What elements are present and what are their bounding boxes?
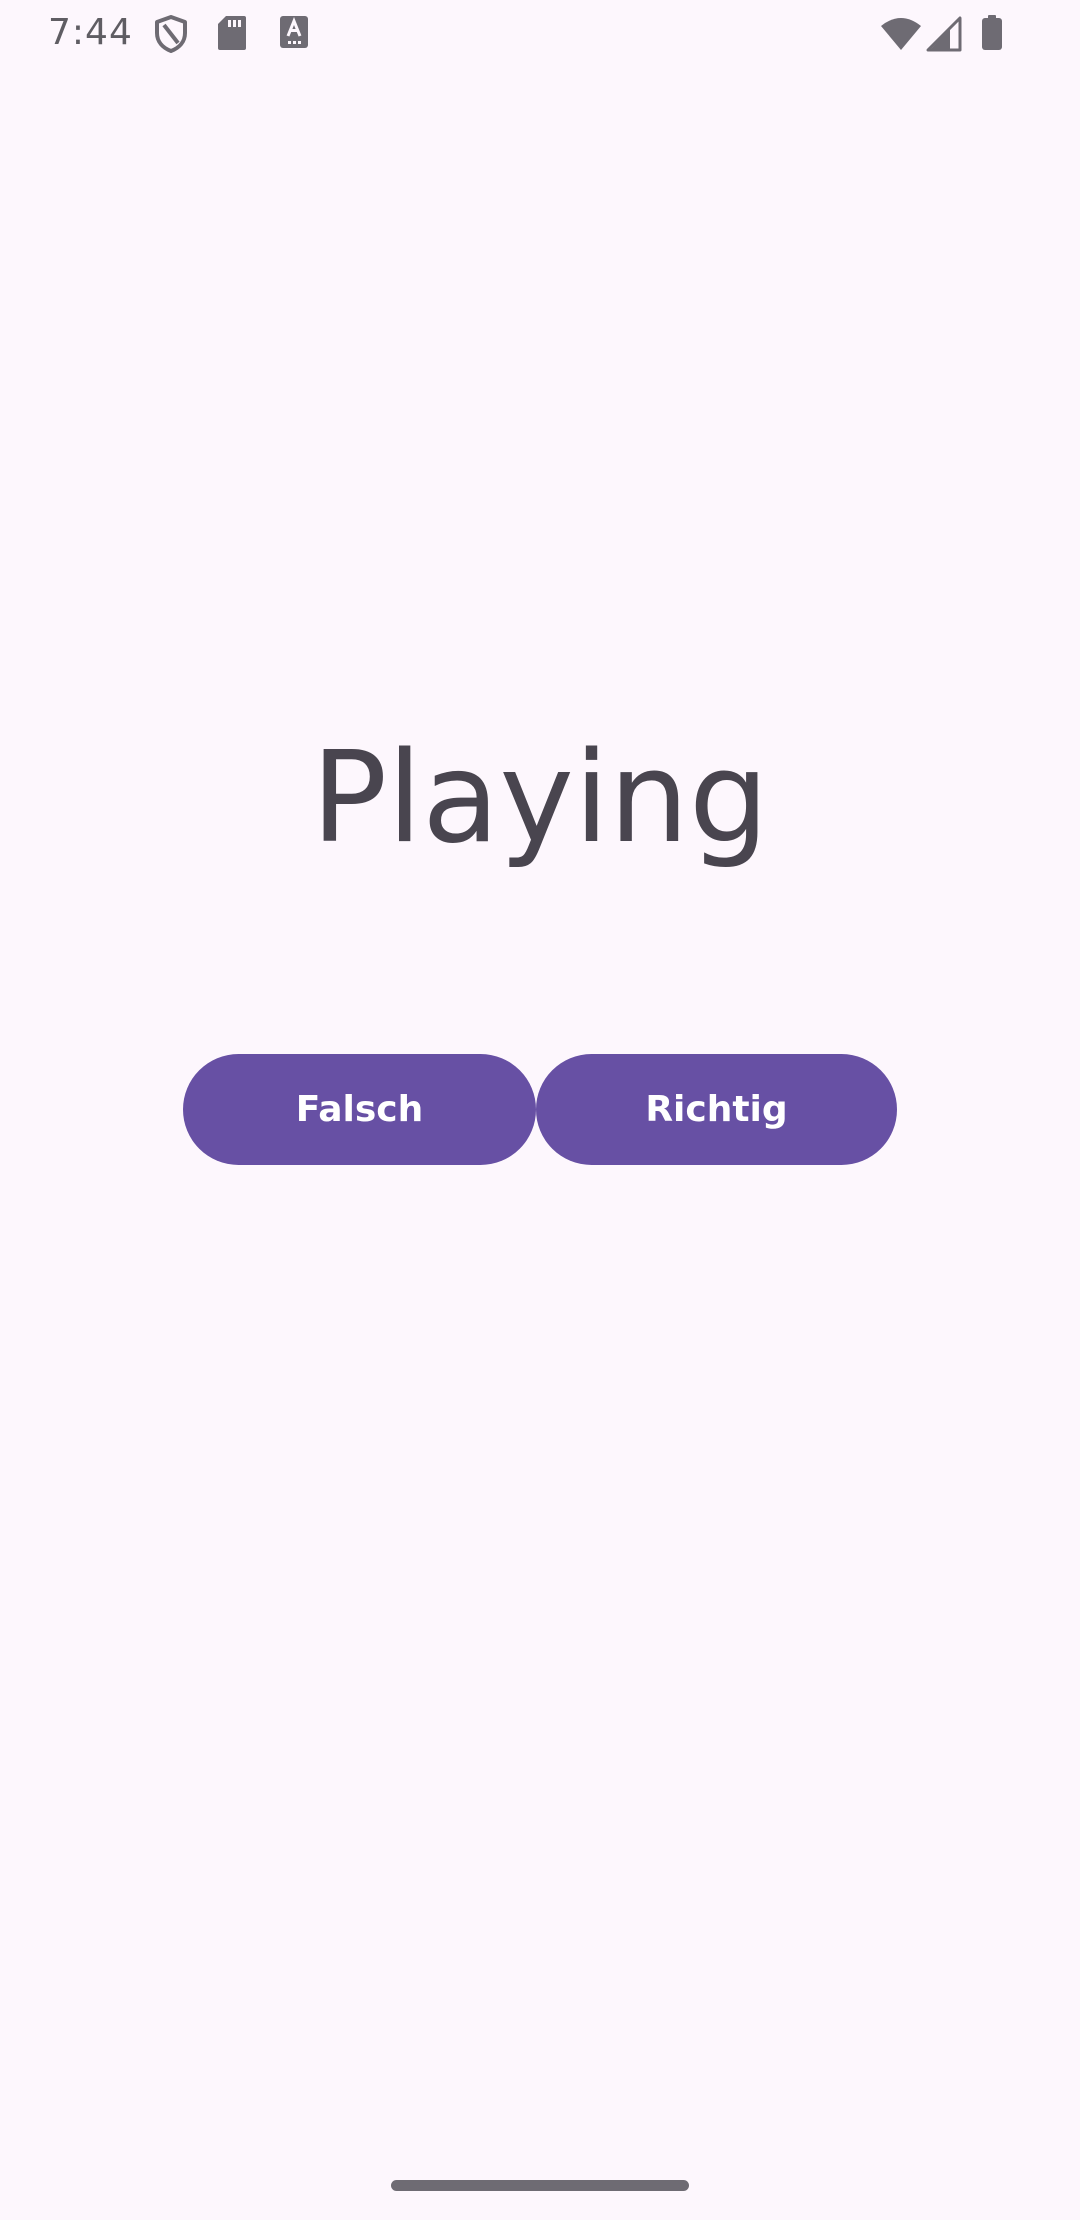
false-button-label: Falsch bbox=[295, 1089, 424, 1130]
true-button-label: Richtig bbox=[645, 1089, 788, 1130]
keyboard-a-icon bbox=[280, 16, 308, 48]
sd-card-icon bbox=[218, 16, 246, 50]
shield-icon bbox=[155, 15, 187, 53]
wifi-icon bbox=[881, 18, 921, 50]
cell-signal-icon bbox=[926, 16, 962, 52]
true-button[interactable]: Richtig bbox=[536, 1054, 897, 1165]
status-time: 7:44 bbox=[48, 12, 133, 53]
page-title: Playing bbox=[311, 724, 769, 871]
gesture-nav-bar[interactable] bbox=[391, 2180, 689, 2191]
status-bar: 7:44 bbox=[0, 0, 1080, 66]
battery-icon bbox=[982, 15, 1002, 50]
false-button[interactable]: Falsch bbox=[183, 1054, 536, 1165]
app-screen: 7:44 Playing Falsch Richtig bbox=[0, 0, 1080, 2220]
